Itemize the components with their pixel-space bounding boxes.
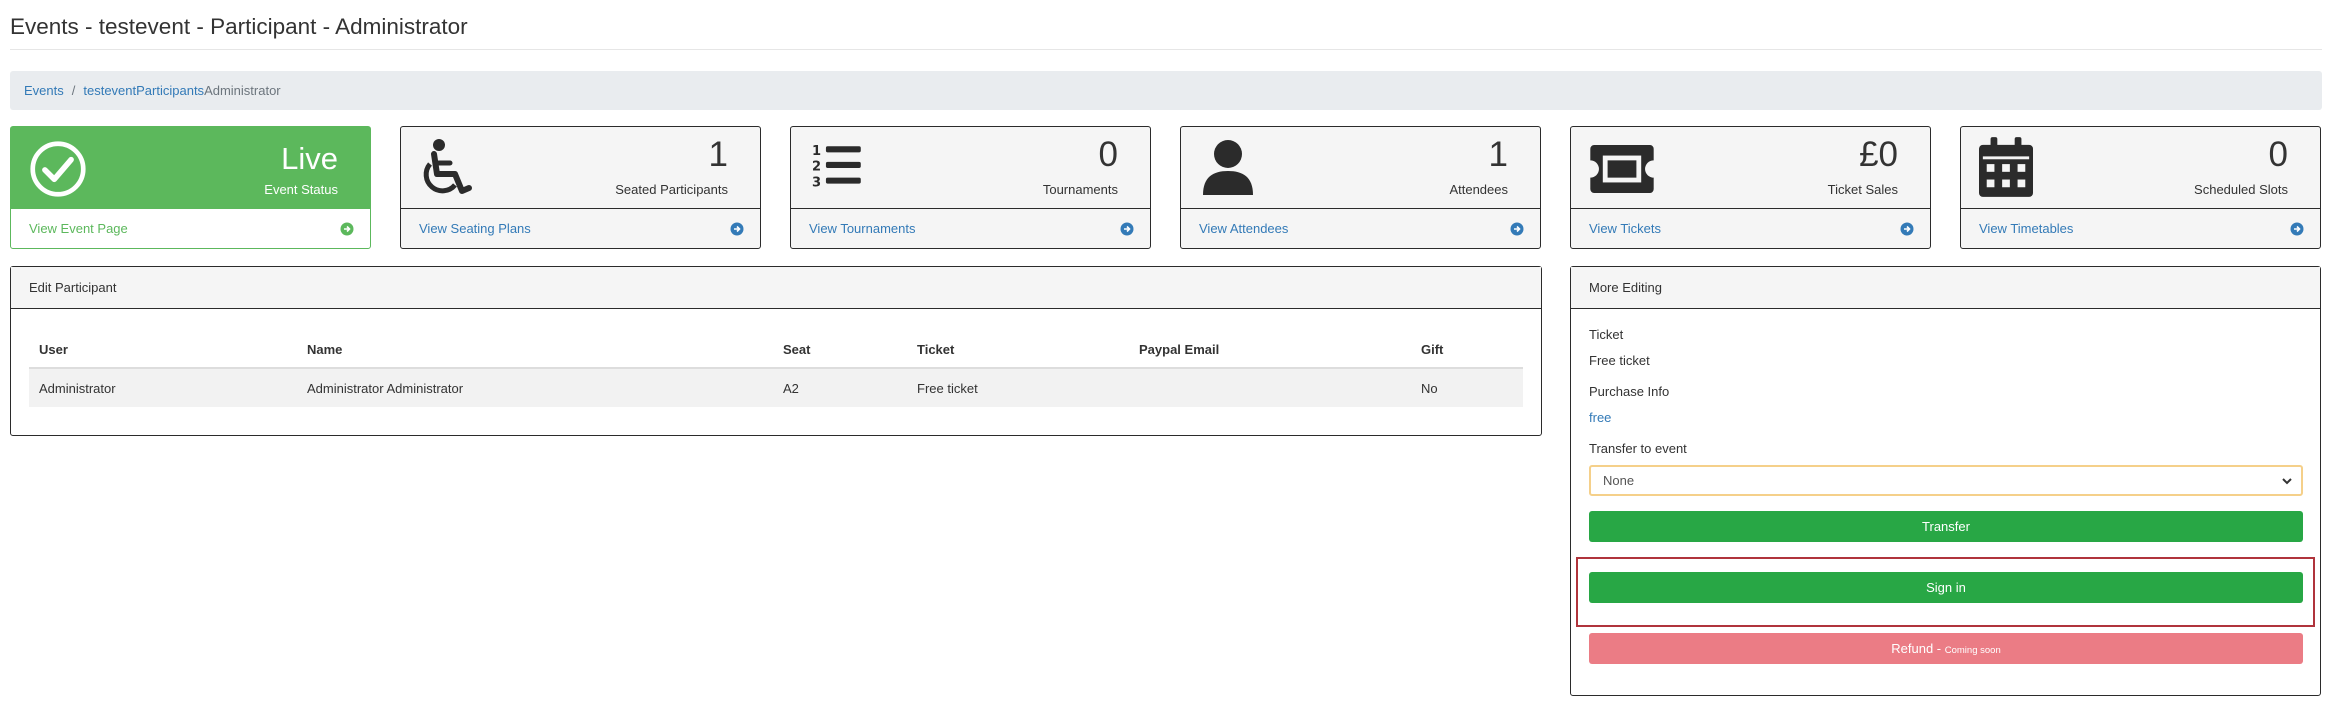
card-value: 1 xyxy=(1488,135,1508,174)
refund-coming-soon-note: Coming soon xyxy=(1944,645,2001,656)
card-value: 1 xyxy=(708,135,728,174)
card-value: 0 xyxy=(1098,135,1118,174)
svg-text:2: 2 xyxy=(812,160,821,175)
cell-ticket: Free ticket xyxy=(907,367,1129,407)
breadcrumb-current: Administrator xyxy=(204,83,281,98)
arrow-right-circle-icon xyxy=(340,222,354,236)
card-label: Seated Participants xyxy=(615,182,728,197)
card-link-label: View Seating Plans xyxy=(419,221,531,236)
user-icon xyxy=(1203,140,1253,195)
card-link-label: View Attendees xyxy=(1199,221,1289,236)
wheelchair-icon xyxy=(423,139,472,194)
card-value: £0 xyxy=(1859,135,1898,174)
panel-title: More Editing xyxy=(1571,267,2320,309)
column-header-user: User xyxy=(29,331,297,369)
view-event-page-link[interactable]: View Event Page xyxy=(11,209,370,249)
chevron-down-icon xyxy=(2282,478,2292,485)
table-row: Administrator Administrator Administrato… xyxy=(29,367,1523,407)
participant-table: User Name Seat Ticket Paypal Email Gift … xyxy=(29,331,1523,407)
card-link-label: View Tickets xyxy=(1589,221,1662,236)
calendar-icon xyxy=(1979,137,2033,197)
transfer-event-selected-value: None xyxy=(1603,473,1635,488)
transfer-button[interactable]: Transfer xyxy=(1589,511,2303,542)
card-label: Attendees xyxy=(1449,182,1508,197)
card-header: 1 2 3 0 Tournaments xyxy=(791,127,1150,209)
ticket-label: Ticket xyxy=(1589,327,1624,342)
cell-user: Administrator xyxy=(29,367,297,407)
breadcrumb-participants-link[interactable]: Participants xyxy=(136,83,204,98)
card-value: 0 xyxy=(2268,135,2288,174)
ticket-icon xyxy=(1590,145,1654,193)
title-divider xyxy=(10,49,2322,50)
arrow-right-circle-icon xyxy=(2290,222,2304,236)
card-label: Ticket Sales xyxy=(1827,182,1898,197)
cell-seat: A2 xyxy=(773,367,907,407)
breadcrumb: Events / testeventParticipantsAdministrato… xyxy=(10,71,2322,110)
check-circle-icon xyxy=(30,141,86,197)
arrow-right-circle-icon xyxy=(1900,222,1914,236)
refund-button-label: Refund - xyxy=(1891,641,1945,656)
edit-participant-panel: Edit Participant User Name Seat Ticket P… xyxy=(10,266,1542,436)
ticket-value: Free ticket xyxy=(1589,353,1650,368)
card-label: Tournaments xyxy=(1042,182,1118,197)
event-status-card: Live Event Status View Event Page xyxy=(10,126,371,249)
scheduled-slots-card: 0 Scheduled Slots View Timetables xyxy=(1960,126,2321,249)
list-ol-icon: 1 2 3 xyxy=(812,144,861,190)
card-header: 1 Seated Participants xyxy=(401,127,760,209)
transfer-event-select[interactable]: None xyxy=(1589,465,2303,496)
svg-text:3: 3 xyxy=(812,175,821,190)
refund-button[interactable]: Refund - Coming soon xyxy=(1589,633,2303,664)
card-label: Scheduled Slots xyxy=(2194,182,2288,197)
arrow-right-circle-icon xyxy=(730,222,744,236)
table-header-row: User Name Seat Ticket Paypal Email Gift xyxy=(29,331,1523,369)
cell-name: Administrator Administrator xyxy=(297,367,773,407)
card-header: Live Event Status xyxy=(11,127,370,209)
card-link-label: View Timetables xyxy=(1979,221,2074,236)
cell-paypal-email xyxy=(1129,367,1411,407)
purchase-info-link[interactable]: free xyxy=(1589,410,1611,425)
column-header-paypal-email: Paypal Email xyxy=(1129,331,1411,369)
attendees-card: 1 Attendees View Attendees xyxy=(1180,126,1541,249)
more-editing-panel: More Editing Ticket Free ticket Purchase… xyxy=(1570,266,2321,696)
column-header-seat: Seat xyxy=(773,331,907,369)
view-tickets-link[interactable]: View Tickets xyxy=(1571,209,1930,249)
tournaments-card: 1 2 3 0 Tournaments View Tournaments xyxy=(790,126,1151,249)
view-attendees-link[interactable]: View Attendees xyxy=(1181,209,1540,249)
seated-participants-card: 1 Seated Participants View Seating Plans xyxy=(400,126,761,249)
view-timetables-link[interactable]: View Timetables xyxy=(1961,209,2320,249)
card-link-label: View Event Page xyxy=(29,221,128,236)
column-header-ticket: Ticket xyxy=(907,331,1129,369)
view-seating-plans-link[interactable]: View Seating Plans xyxy=(401,209,760,249)
card-value: Live xyxy=(281,141,338,176)
breadcrumb-events-link[interactable]: Events xyxy=(24,83,64,98)
column-header-name: Name xyxy=(297,331,773,369)
sign-in-button[interactable]: Sign in xyxy=(1589,572,2303,603)
card-label: Event Status xyxy=(264,182,338,197)
view-tournaments-link[interactable]: View Tournaments xyxy=(791,209,1150,249)
card-link-label: View Tournaments xyxy=(809,221,916,236)
card-header: 0 Scheduled Slots xyxy=(1961,127,2320,209)
card-header: 1 Attendees xyxy=(1181,127,1540,209)
breadcrumb-event-link[interactable]: testevent xyxy=(83,83,136,98)
cell-gift: No xyxy=(1411,367,1523,407)
transfer-to-event-label: Transfer to event xyxy=(1589,441,1687,456)
purchase-info-label: Purchase Info xyxy=(1589,384,1670,399)
card-header: £0 Ticket Sales xyxy=(1571,127,1930,209)
svg-text:1: 1 xyxy=(812,144,821,159)
column-header-gift: Gift xyxy=(1411,331,1523,369)
page-title: Events - testevent - Participant - Admin… xyxy=(10,14,468,39)
panel-title: Edit Participant xyxy=(11,267,1541,309)
arrow-right-circle-icon xyxy=(1120,222,1134,236)
breadcrumb-separator: / xyxy=(71,83,76,98)
ticket-sales-card: £0 Ticket Sales View Tickets xyxy=(1570,126,1931,249)
arrow-right-circle-icon xyxy=(1510,222,1524,236)
